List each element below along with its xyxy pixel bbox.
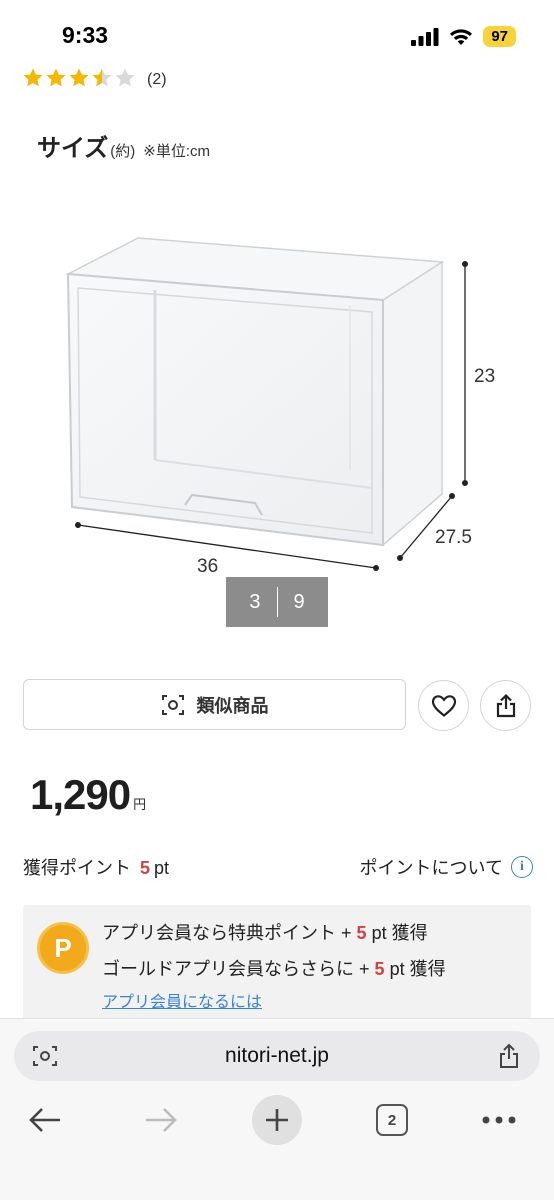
new-tab-circle [252, 1095, 302, 1145]
product-illustration: 36 27.5 23 [65, 237, 495, 577]
star-icon [115, 68, 135, 87]
price-value: 1,290 [30, 771, 131, 818]
size-title: サイズ [37, 135, 109, 162]
earned-points-unit: pt [154, 858, 170, 878]
share-button[interactable] [480, 680, 531, 731]
star-icon [92, 68, 112, 87]
more-dots-icon [482, 1116, 516, 1124]
height-label: 23 [474, 366, 495, 387]
points-row: 獲得ポイント 5 pt ポイントについて i [23, 854, 533, 880]
browser-toolbar: nitori-net.jp 2 [0, 1018, 554, 1200]
width-label: 36 [197, 556, 218, 577]
url-text: nitori-net.jp [225, 1044, 329, 1067]
star-icon [23, 68, 43, 87]
about-points-link[interactable]: ポイントについて i [360, 854, 533, 880]
signal-icon [411, 27, 439, 46]
points-badge-icon: P [37, 922, 89, 974]
image-counter-divider [276, 587, 278, 617]
similar-items-button[interactable]: 類似商品 [23, 679, 406, 730]
forward-arrow-icon [146, 1108, 177, 1132]
become-app-member-link[interactable]: アプリ会員になるには [102, 988, 262, 1012]
wifi-icon [450, 28, 473, 45]
address-bar[interactable]: nitori-net.jp [14, 1031, 540, 1081]
camera-scan-icon [161, 694, 184, 715]
more-menu-button[interactable] [474, 1095, 524, 1145]
earned-points-value: 5 [140, 858, 151, 878]
status-indicators: 97 [411, 26, 516, 47]
size-heading: サイズ (約) ※単位:cm [37, 128, 210, 163]
rating-stars [22, 67, 137, 93]
app-member-points-box: P アプリ会員なら特典ポイント + 5 pt 獲得 ゴールドアプリ会員ならさらに… [23, 905, 531, 1020]
star-icon [69, 68, 89, 87]
review-count: (2) [147, 71, 167, 88]
price-unit: 円 [133, 797, 147, 812]
gold-bonus-value: 5 [374, 959, 385, 979]
member-bonus-text: アプリ会員なら特典ポイント + [102, 923, 352, 943]
page-settings-icon[interactable] [32, 1044, 58, 1068]
product-rating[interactable]: (2) [22, 67, 167, 93]
heart-icon [431, 694, 456, 717]
browser-nav: 2 [0, 1095, 554, 1151]
new-tab-button[interactable] [252, 1095, 302, 1145]
case-front-face [66, 272, 384, 547]
member-bonus-line: アプリ会員なら特典ポイント + 5 pt 獲得 [102, 919, 428, 945]
member-bonus-suffix: pt 獲得 [371, 923, 428, 943]
gold-bonus-suffix: pt 獲得 [389, 959, 446, 979]
size-unit-note: ※単位:cm [143, 143, 211, 160]
forward-button[interactable] [136, 1095, 186, 1145]
gold-bonus-text: ゴールドアプリ会員ならさらに + [102, 959, 370, 979]
back-button[interactable] [20, 1095, 70, 1145]
info-icon: i [511, 856, 533, 878]
back-arrow-icon [29, 1108, 60, 1132]
similar-items-label: 類似商品 [196, 695, 269, 716]
image-counter: 3 9 [226, 577, 328, 627]
earned-points: 獲得ポイント 5 pt [23, 854, 169, 880]
star-icon [46, 68, 66, 87]
battery-indicator: 97 [483, 26, 516, 47]
share-icon[interactable] [498, 1043, 520, 1069]
depth-label: 27.5 [435, 527, 472, 548]
size-approx: (約) [110, 143, 136, 160]
product-price: 1,290 円 [30, 771, 146, 819]
case-side-face [382, 260, 443, 547]
status-time: 9:33 [62, 22, 109, 48]
image-counter-total: 9 [293, 590, 305, 613]
tabs-button[interactable]: 2 [367, 1095, 417, 1145]
favorite-button[interactable] [418, 680, 469, 731]
tab-count: 2 [376, 1104, 408, 1136]
earned-points-label: 獲得ポイント [23, 858, 131, 878]
about-points-label: ポイントについて [359, 858, 503, 878]
share-icon [496, 693, 515, 717]
plus-icon [266, 1109, 288, 1131]
member-bonus-value: 5 [356, 923, 367, 943]
image-counter-current: 3 [249, 590, 261, 613]
product-image[interactable]: 36 27.5 23 [0, 200, 554, 600]
gold-member-bonus-line: ゴールドアプリ会員ならさらに + 5 pt 獲得 [102, 955, 446, 981]
status-bar: 9:33 97 [0, 0, 554, 66]
